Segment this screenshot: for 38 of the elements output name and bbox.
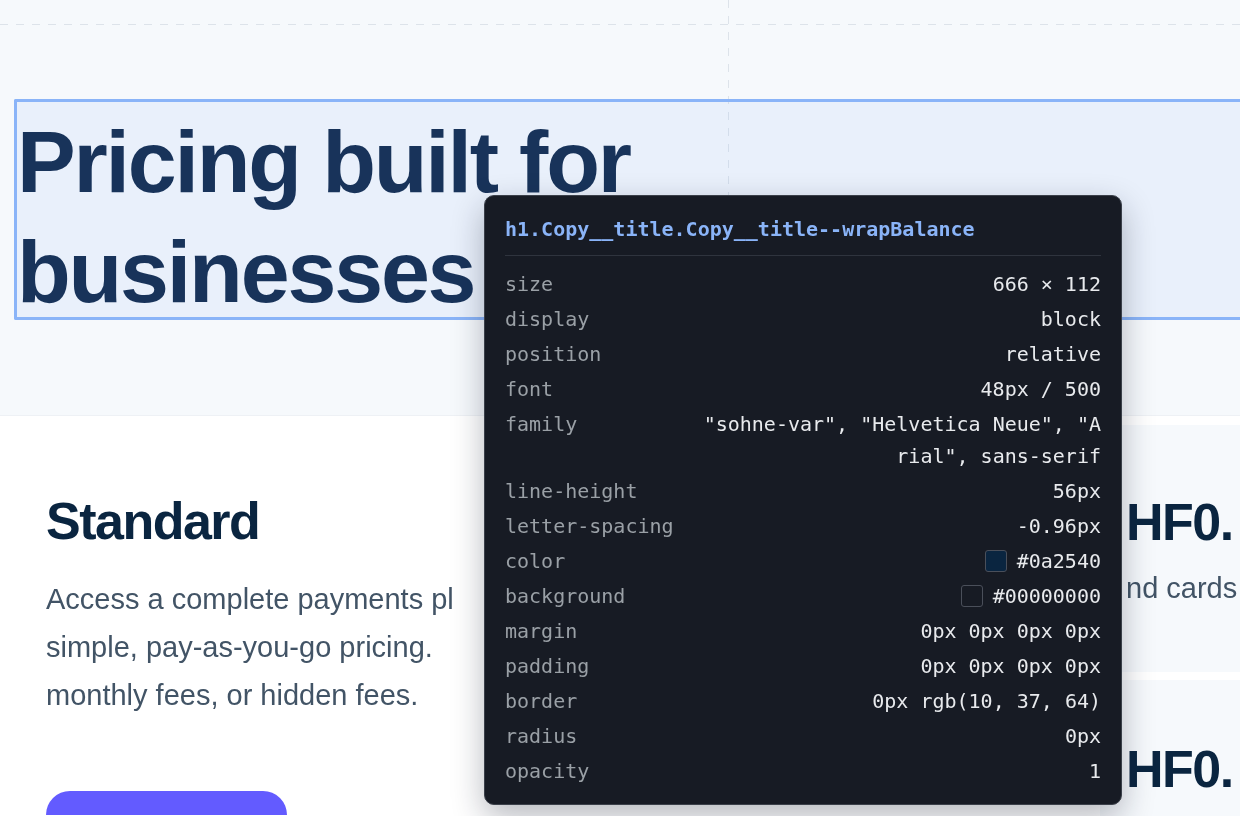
property-value: relative [1004,341,1101,368]
property-label: radius [505,723,578,750]
property-label: opacity [505,758,590,785]
property-label: letter-spacing [505,513,674,540]
property-value: -0.96px [1016,513,1101,540]
property-label: background [505,583,626,610]
property-label: line-height [505,478,638,505]
property-value: 666 × 112 [992,271,1101,298]
action-button[interactable] [46,791,287,815]
property-value: 56px [1052,478,1101,505]
property-label: font [505,376,554,403]
property-label: margin [505,618,578,645]
selector-text: h1.Copy__title.Copy__title--wrapBalance [505,213,1101,256]
property-value: 1 [1088,758,1101,785]
property-value: 0px 0px 0px 0px [920,653,1101,680]
property-value: 0px [1064,723,1101,750]
property-label: padding [505,653,590,680]
plan-title: Standard [46,491,260,551]
property-value: #00000000 [992,583,1101,610]
property-value: 0px 0px 0px 0px [920,618,1101,645]
price-text: HF0. [1126,492,1233,552]
property-label: position [505,341,602,368]
property-value: 48px / 500 [980,376,1101,403]
property-label: family [505,411,578,438]
card-text: nd cards [1126,571,1238,606]
property-label: border [505,688,578,715]
price-text: HF0. [1126,739,1233,799]
page-heading: Pricing built for [17,112,630,212]
plan-description: Access a complete payments pl simple, pay-as-you-go pricing. monthly fees, or hidden fees. [46,582,454,713]
property-value: 0px rgb(10, 37, 64) [872,688,1101,715]
property-value: block [1040,306,1101,333]
property-label: display [505,306,590,333]
property-label: size [505,271,554,298]
color-swatch-icon [960,585,983,607]
page-heading: businesses [17,227,475,317]
property-label: color [505,548,566,575]
property-value: "sohne-var", "Helvetica Neue", "Arial", sans-serif [702,411,1101,470]
property-value: #0a2540 [1016,548,1101,575]
